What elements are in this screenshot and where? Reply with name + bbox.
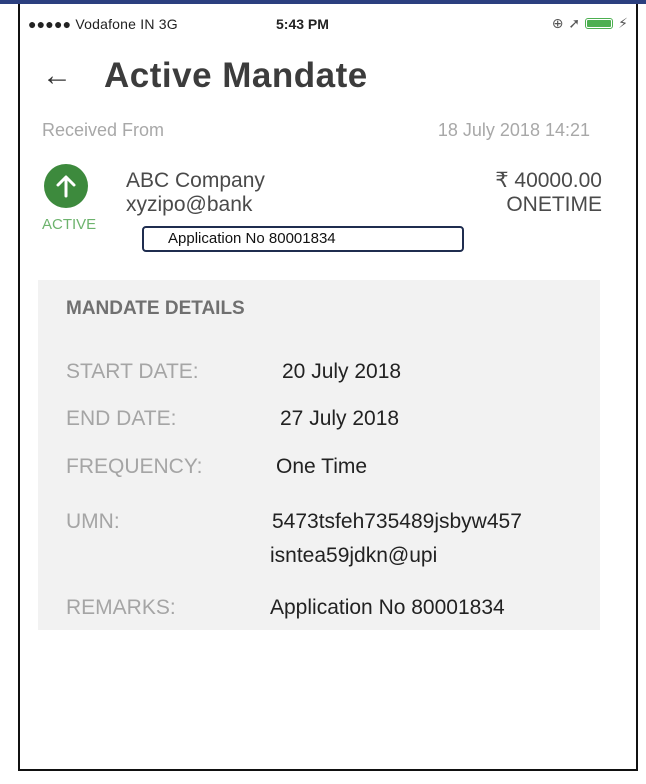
start-date-value: 20 July 2018 [282, 360, 402, 383]
up-arrow-icon [56, 175, 76, 198]
phone-frame: ●●●●● Vodafone IN 3G 5:43 PM ⊕ ➚ ⚡ ← Act… [18, 4, 638, 771]
mandate-details-panel: MANDATE DETAILS START DATE: 20 July 2018… [38, 280, 600, 630]
active-status-icon [44, 164, 88, 208]
status-bar: ●●●●● Vodafone IN 3G 5:43 PM ⊕ ➚ ⚡ [20, 14, 636, 36]
mandate-date: 18 July 2018 14:21 [437, 120, 590, 140]
status-badge: ACTIVE [42, 216, 97, 233]
payee-vpa: xyzipo@bank [126, 193, 253, 216]
frequency-label: FREQUENCY: [66, 455, 203, 478]
payee-name: ABC Company [126, 169, 265, 192]
end-date-value: 27 July 2018 [280, 407, 400, 430]
umn-value-line2: isntea59jdkn@upi [270, 544, 438, 567]
carrier-label: ●●●●● Vodafone IN 3G [28, 16, 178, 32]
page-title: Active Mandate [104, 56, 368, 95]
remarks-value: Application No 80001834 [270, 596, 505, 619]
charging-icon: ⚡ [618, 15, 628, 31]
umn-value-line1: 5473tsfeh735489jsbyw457 [272, 510, 522, 533]
back-arrow-icon[interactable]: ← [42, 56, 72, 96]
received-from-label: Received From [42, 120, 165, 140]
start-date-label: START DATE: [66, 360, 199, 383]
mandate-amount: ₹ 40000.00 [495, 169, 602, 192]
remarks-label: REMARKS: [66, 596, 176, 619]
battery-icon [585, 18, 614, 29]
application-number-box: Application No 80001834 [142, 226, 464, 252]
status-time: 5:43 PM [276, 16, 329, 32]
umn-label: UMN: [66, 510, 120, 533]
status-icons: ⊕ ➚ ⚡ [552, 15, 628, 32]
location-icon: ⊕ [551, 15, 564, 31]
end-date-label: END DATE: [66, 407, 177, 430]
details-heading: MANDATE DETAILS [66, 298, 245, 319]
mandate-type: ONETIME [506, 193, 602, 216]
navigation-arrow-icon: ➚ [568, 15, 581, 31]
frequency-value: One Time [276, 455, 368, 478]
